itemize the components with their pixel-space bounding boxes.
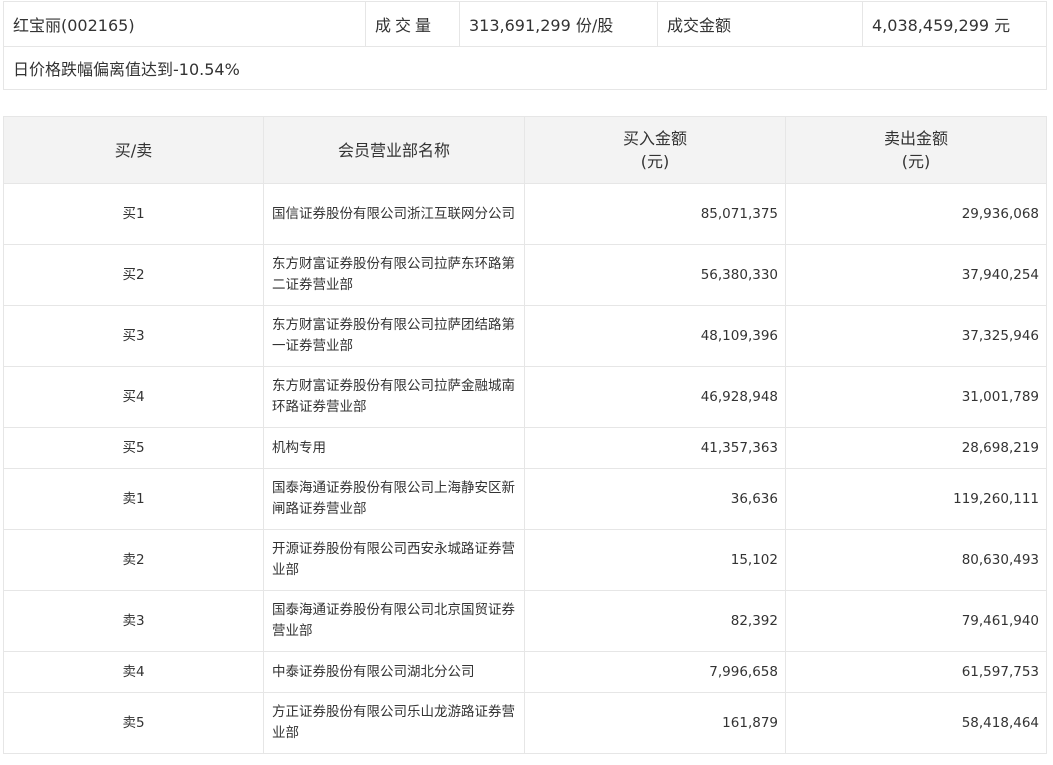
table-header-row: 买/卖 会员营业部名称 买入金额 (元) 卖出金额 (元) — [3, 116, 1047, 184]
table-row: 卖3 国泰海通证券股份有限公司北京国贸证券营业部 82,392 79,461,9… — [3, 590, 1047, 652]
row-direction: 买5 — [3, 427, 264, 469]
row-buy-amount: 36,636 — [524, 468, 786, 530]
table-row: 买5 机构专用 41,357,363 28,698,219 — [3, 427, 1047, 469]
header-member: 会员营业部名称 — [263, 116, 525, 184]
row-direction: 卖2 — [3, 529, 264, 591]
row-buy-amount: 85,071,375 — [524, 183, 786, 245]
row-buy-amount: 56,380,330 — [524, 244, 786, 306]
row-buy-amount: 41,357,363 — [524, 427, 786, 469]
header-sell-amount: 卖出金额 (元) — [785, 116, 1047, 184]
stock-summary-table: 红宝丽(002165) 成交量 313,691,299 份/股 成交金额 4,0… — [3, 1, 1047, 90]
table-row: 买2 东方财富证券股份有限公司拉萨东环路第二证券营业部 56,380,330 3… — [3, 244, 1047, 306]
row-buy-amount: 46,928,948 — [524, 366, 786, 428]
row-direction: 买1 — [3, 183, 264, 245]
table-row: 买3 东方财富证券股份有限公司拉萨团结路第一证券营业部 48,109,396 3… — [3, 305, 1047, 367]
table-row: 买1 国信证券股份有限公司浙江互联网分公司 85,071,375 29,936,… — [3, 183, 1047, 245]
row-sell-amount: 80,630,493 — [785, 529, 1047, 591]
row-direction: 卖4 — [3, 651, 264, 693]
row-member: 中泰证券股份有限公司湖北分公司 — [263, 651, 525, 693]
row-buy-amount: 82,392 — [524, 590, 786, 652]
row-sell-amount: 37,325,946 — [785, 305, 1047, 367]
row-sell-amount: 29,936,068 — [785, 183, 1047, 245]
header-sell-label: 卖出金额 — [883, 129, 948, 148]
row-member: 国泰海通证券股份有限公司上海静安区新闸路证券营业部 — [263, 468, 525, 530]
row-member: 方正证券股份有限公司乐山龙游路证券营业部 — [263, 692, 525, 754]
summary-row: 红宝丽(002165) 成交量 313,691,299 份/股 成交金额 4,0… — [3, 1, 1047, 47]
header-buy-label: 买入金额 — [622, 129, 687, 148]
table-row: 卖4 中泰证券股份有限公司湖北分公司 7,996,658 61,597,753 — [3, 651, 1047, 693]
table-row: 卖1 国泰海通证券股份有限公司上海静安区新闸路证券营业部 36,636 119,… — [3, 468, 1047, 530]
row-buy-amount: 15,102 — [524, 529, 786, 591]
header-buy-amount: 买入金额 (元) — [524, 116, 786, 184]
row-buy-amount: 48,109,396 — [524, 305, 786, 367]
row-direction: 买3 — [3, 305, 264, 367]
volume-label: 成交量 — [365, 1, 460, 47]
row-member: 东方财富证券股份有限公司拉萨东环路第二证券营业部 — [263, 244, 525, 306]
row-buy-amount: 161,879 — [524, 692, 786, 754]
row-sell-amount: 31,001,789 — [785, 366, 1047, 428]
row-direction: 卖5 — [3, 692, 264, 754]
row-sell-amount: 61,597,753 — [785, 651, 1047, 693]
row-direction: 买2 — [3, 244, 264, 306]
row-sell-amount: 28,698,219 — [785, 427, 1047, 469]
stock-name: 红宝丽(002165) — [3, 1, 366, 47]
row-member: 开源证券股份有限公司西安永城路证券营业部 — [263, 529, 525, 591]
row-member: 东方财富证券股份有限公司拉萨金融城南环路证券营业部 — [263, 366, 525, 428]
header-sell-unit: (元) — [901, 152, 931, 171]
row-direction: 卖3 — [3, 590, 264, 652]
row-buy-amount: 7,996,658 — [524, 651, 786, 693]
trading-seats-table: 买/卖 会员营业部名称 买入金额 (元) 卖出金额 (元) 买1 国信证券股份有… — [3, 116, 1047, 754]
row-direction: 买4 — [3, 366, 264, 428]
volume-value: 313,691,299 份/股 — [459, 1, 658, 47]
amount-value: 4,038,459,299 元 — [862, 1, 1047, 47]
row-member: 国信证券股份有限公司浙江互联网分公司 — [263, 183, 525, 245]
listing-reason: 日价格跌幅偏离值达到-10.54% — [3, 46, 1047, 90]
row-direction: 卖1 — [3, 468, 264, 530]
header-buy-unit: (元) — [640, 152, 670, 171]
row-member: 国泰海通证券股份有限公司北京国贸证券营业部 — [263, 590, 525, 652]
amount-label: 成交金额 — [657, 1, 863, 47]
table-row: 买4 东方财富证券股份有限公司拉萨金融城南环路证券营业部 46,928,948 … — [3, 366, 1047, 428]
header-direction: 买/卖 — [3, 116, 264, 184]
table-row: 卖2 开源证券股份有限公司西安永城路证券营业部 15,102 80,630,49… — [3, 529, 1047, 591]
row-sell-amount: 119,260,111 — [785, 468, 1047, 530]
row-sell-amount: 79,461,940 — [785, 590, 1047, 652]
row-member: 东方财富证券股份有限公司拉萨团结路第一证券营业部 — [263, 305, 525, 367]
row-sell-amount: 37,940,254 — [785, 244, 1047, 306]
reason-row: 日价格跌幅偏离值达到-10.54% — [3, 46, 1047, 90]
row-member: 机构专用 — [263, 427, 525, 469]
row-sell-amount: 58,418,464 — [785, 692, 1047, 754]
table-row: 卖5 方正证券股份有限公司乐山龙游路证券营业部 161,879 58,418,4… — [3, 692, 1047, 754]
